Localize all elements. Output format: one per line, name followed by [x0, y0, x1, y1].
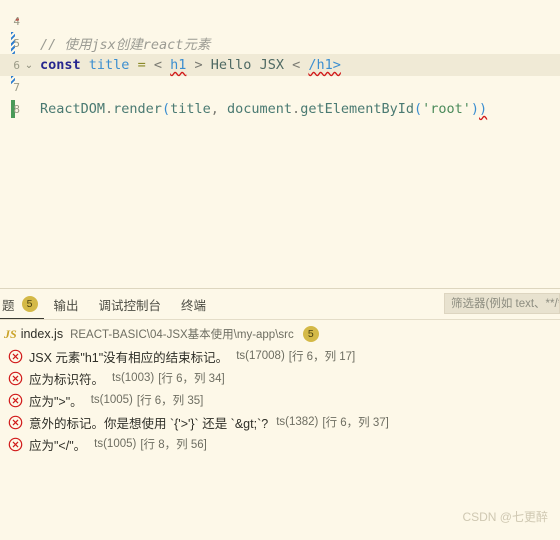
code-token: render [113, 101, 162, 117]
line-number: 8 [13, 102, 20, 116]
problems-file-row[interactable]: JS index.js REACT-BASIC\04-JSX基本使用\my-ap… [0, 323, 560, 345]
line-number: 6 [13, 58, 20, 72]
code-token: < [153, 57, 162, 73]
code-token: Hello JSX [202, 57, 293, 73]
problem-row[interactable]: 应为"</"。 ts(1005) [行 8，列 56] [0, 433, 560, 455]
problem-code: ts(1005) [94, 438, 137, 450]
problem-code: ts(1005) [90, 394, 133, 406]
problems-file-name: index.js [20, 327, 64, 341]
line-number: 7 [13, 80, 20, 94]
code-editor[interactable]: 4 5 // 使用jsx创建react元素 6 ⌄ const title = < h1 … [0, 0, 560, 288]
problems-filter-box[interactable] [444, 293, 560, 314]
code-token: const [40, 57, 81, 73]
code-token: . [292, 101, 301, 117]
problems-filter-input[interactable] [449, 296, 559, 311]
tab-debug-console[interactable]: 调试控制台 [89, 289, 172, 319]
problem-message: 应为标识符。 [29, 372, 105, 387]
tab-problems[interactable]: 题5 [0, 289, 44, 319]
problem-row[interactable]: JSX 元素"h1"没有相应的结束标记。 ts(17008) [行 6，列 17] [0, 345, 560, 367]
code-token: // 使用jsx创建react元素 [40, 37, 211, 53]
problem-message: 意外的标记。你是想使用 `{'>'}` 还是 `&gt;`? [29, 416, 269, 431]
code-token: = [137, 57, 146, 73]
watermark: CSDN @七更醉 [462, 510, 548, 524]
code-token: , [210, 101, 219, 117]
code-text: ReactDOM.render(title, document.getEleme… [36, 101, 560, 117]
code-line[interactable]: 4 [0, 10, 560, 32]
panel-tab-bar: 题 5 输出 调试控制台 终端 [0, 289, 560, 320]
error-icon [8, 415, 23, 430]
problem-location: [行 6，列 35] [136, 395, 204, 407]
javascript-file-icon: JS [4, 326, 17, 341]
panel-tab-label: 输出 [53, 298, 79, 313]
tab-terminal[interactable]: 终端 [171, 289, 216, 319]
panel-tab-label: 题 [2, 298, 15, 313]
code-token: /h1> [308, 57, 341, 73]
code-token: ReactDOM [40, 101, 106, 117]
tab-output[interactable]: 输出 [44, 289, 89, 319]
code-line[interactable]: 8 ReactDOM.render(title, document.getElem… [0, 98, 560, 120]
code-token: < [292, 57, 301, 73]
error-icon [8, 371, 23, 386]
problem-code: ts(1003) [112, 372, 155, 384]
code-token: 'root' [422, 101, 471, 117]
code-line[interactable]: 6 ⌄ const title = < h1 > Hello JSX < /h1> [0, 54, 560, 76]
problem-location: [行 6，列 17] [288, 351, 356, 363]
problem-code: ts(17008) [236, 350, 285, 362]
problem-location: [行 8，列 56] [140, 439, 207, 451]
code-token: getElementById [300, 101, 414, 117]
code-token: h1 [170, 57, 187, 73]
problem-location: [行 6，列 34] [158, 373, 225, 385]
bottom-panel: 题5输出调试控制台终端 JS index.js REACT-BASIC\04-J… [0, 288, 560, 540]
code-token: ( [413, 101, 423, 117]
problem-code: ts(1382) [276, 416, 319, 428]
problem-location: [行 6，列 37] [322, 417, 389, 429]
problems-file-count-badge: 5 [302, 326, 319, 342]
code-token: > [194, 57, 203, 73]
code-line[interactable]: 7 [0, 76, 560, 98]
problem-row[interactable]: 应为标识符。 ts(1003) [行 6，列 34] [0, 367, 560, 389]
code-line[interactable]: 5 // 使用jsx创建react元素 [0, 32, 560, 54]
error-icon [8, 393, 23, 408]
problems-list: JS index.js REACT-BASIC\04-JSX基本使用\my-ap… [0, 320, 560, 455]
problem-message: 应为">"。 [29, 394, 83, 409]
code-text: const title = < h1 > Hello JSX < /h1> [36, 57, 560, 73]
panel-tab-label: 终端 [181, 298, 207, 313]
code-text: // 使用jsx创建react元素 [36, 33, 560, 53]
code-token: ( [161, 101, 171, 117]
line-number: 4 [13, 14, 20, 28]
error-icon [8, 437, 23, 452]
code-token: title [170, 101, 211, 117]
error-icon [8, 349, 23, 364]
code-token: ) [470, 101, 480, 117]
code-token: . [105, 101, 114, 117]
chevron-down-icon[interactable]: ⌄ [22, 60, 36, 71]
problem-row[interactable]: 意外的标记。你是想使用 `{'>'}` 还是 `&gt;`? ts(1382) [行… [0, 411, 560, 433]
problem-message: 应为"</"。 [29, 438, 87, 453]
problem-message: JSX 元素"h1"没有相应的结束标记。 [29, 350, 229, 365]
panel-tab-badge: 5 [21, 296, 38, 312]
code-token: title [88, 57, 130, 73]
problem-row[interactable]: 应为">"。 ts(1005) [行 6，列 35] [0, 389, 560, 411]
code-token: ) [479, 101, 488, 117]
line-number: 5 [13, 36, 20, 50]
panel-tab-label: 调试控制台 [98, 298, 162, 313]
code-token: document [227, 101, 293, 117]
problems-file-path: REACT-BASIC\04-JSX基本使用\my-app\src [70, 329, 294, 341]
